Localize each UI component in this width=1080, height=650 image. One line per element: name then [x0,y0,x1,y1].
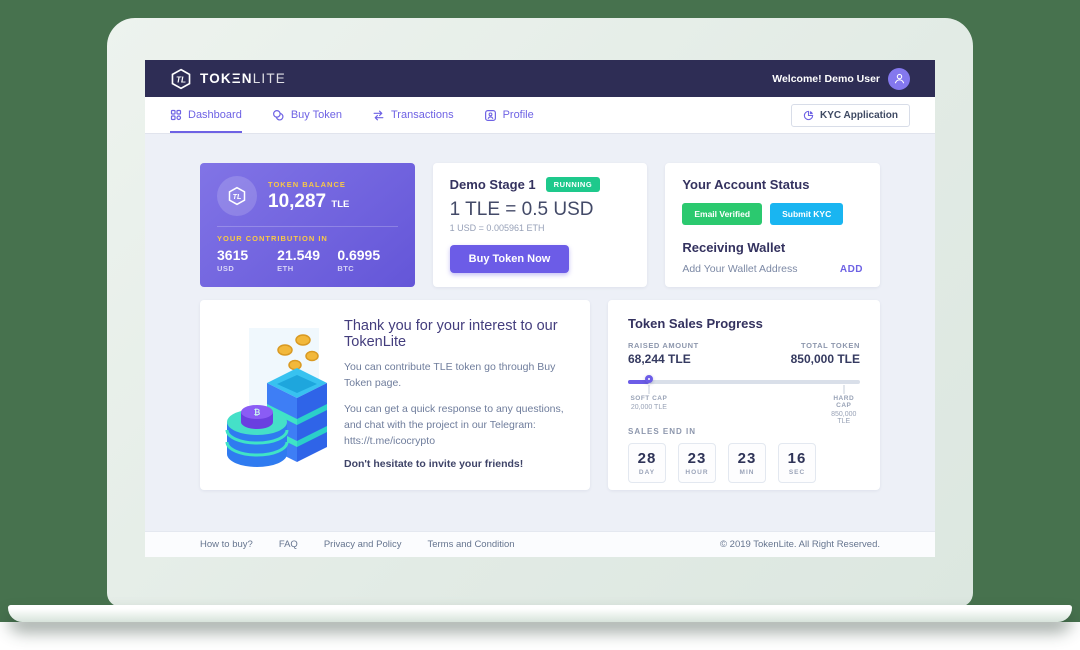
summary-cards-row: TL TOKEN BALANCE 10,287 TLE YOUR CONTRIB… [200,163,880,287]
soft-cap-tick [648,385,649,394]
contribution-label: YOUR CONTRIBUTION IN [217,234,398,243]
receiving-wallet-title: Receiving Wallet [682,240,863,255]
total-token-stat: TOTAL TOKEN 850,000 TLE [791,341,860,366]
soft-cap-label: SOFT CAP 20,000 TLE [630,395,667,411]
footer: How to buy? FAQ Privacy and Policy Terms… [145,531,935,557]
main-navbar: Dashboard Buy Token Transactions [145,97,935,133]
account-status-title: Your Account Status [682,177,863,192]
user-menu[interactable]: Welcome! Demo User [772,68,910,90]
email-verified-badge[interactable]: Email Verified [682,203,762,225]
coins-icon [272,109,285,122]
stage-card: Demo Stage 1 RUNNING 1 TLE = 0.5 USD 1 U… [433,163,648,287]
countdown: 28 DAY 23 HOUR 23 MIN 16 SEC [628,443,860,483]
swap-arrows-icon [372,109,385,122]
dashboard-content: TL TOKEN BALANCE 10,287 TLE YOUR CONTRIB… [145,133,935,490]
pie-chart-icon [803,110,814,121]
welcome-text: Welcome! Demo User [772,73,880,85]
slider-handle[interactable] [645,375,653,383]
token-rate: 1 TLE = 0.5 USD [450,199,631,221]
footer-link-terms[interactable]: Terms and Condition [427,539,514,550]
svg-text:TL: TL [176,75,186,84]
thank-you-paragraph-1: You can contribute TLE token go through … [344,359,566,392]
dashboard-screen: TL TOKΞNLITE Welcome! Demo User [145,60,935,557]
hard-cap-label: HARD CAP 850,000 TLE [831,395,856,425]
token-balance-card: TL TOKEN BALANCE 10,287 TLE YOUR CONTRIB… [200,163,415,287]
kyc-button-label: KYC Application [820,110,898,121]
account-status-card: Your Account Status Email Verified Submi… [665,163,880,287]
tokenlite-hexagon-icon: TL [170,68,192,90]
info-cards-row: ₿ Thank you for your interest to our Tok… [200,300,880,490]
countdown-minutes: 23 MIN [728,443,766,483]
buy-token-now-button[interactable]: Buy Token Now [450,245,570,273]
nav-item-profile[interactable]: Profile [484,97,534,133]
laptop-base [8,605,1072,622]
copyright: © 2019 TokenLite. All Right Reserved. [720,539,880,550]
brand-name: TOKΞNLITE [200,71,286,86]
divider [217,226,398,227]
footer-link-how-to-buy[interactable]: How to buy? [200,539,253,550]
user-icon [893,72,906,85]
grid-icon [170,109,182,121]
avatar[interactable] [888,68,910,90]
nav-label: Transactions [391,109,454,121]
footer-links: How to buy? FAQ Privacy and Policy Terms… [200,539,515,550]
contribution-eth: 21.549 ETH [277,247,337,273]
token-hexagon-icon: TL [217,176,257,216]
footer-link-faq[interactable]: FAQ [279,539,298,550]
contribution-row: 3615 USD 21.549 ETH 0.6995 BTC [217,247,398,273]
svg-text:₿: ₿ [254,408,261,417]
kyc-application-button[interactable]: KYC Application [791,104,910,127]
hard-cap-tick [843,385,844,394]
slider-track [628,380,860,384]
coins-illustration: ₿ [216,318,334,476]
cap-labels: SOFT CAP 20,000 TLE HARD CAP 850,000 TLE [628,395,860,417]
sales-progress-title: Token Sales Progress [628,316,860,331]
countdown-hours: 23 HOUR [678,443,716,483]
contribution-btc: 0.6995 BTC [337,247,397,273]
user-card-icon [484,109,497,122]
nav-label: Dashboard [188,109,242,121]
submit-kyc-badge[interactable]: Submit KYC [770,203,843,225]
top-header-bar: TL TOKΞNLITE Welcome! Demo User [145,60,935,97]
nav-label: Profile [503,109,534,121]
invite-friends-note: Don't hesitate to invite your friends! [344,458,566,470]
stage-title: Demo Stage 1 [450,177,536,192]
add-wallet-link[interactable]: ADD [840,264,863,275]
thank-you-paragraph-2: You can get a quick response to any ques… [344,401,566,450]
sales-progress-slider [628,375,860,389]
wallet-address-hint: Add Your Wallet Address [682,263,797,275]
page-background-bottom [0,622,1080,650]
token-balance-amount: 10,287 TLE [268,191,349,213]
running-status-badge: RUNNING [546,177,601,192]
countdown-days: 28 DAY [628,443,666,483]
nav-items: Dashboard Buy Token Transactions [170,97,534,133]
brand-logo[interactable]: TL TOKΞNLITE [170,68,286,90]
nav-item-dashboard[interactable]: Dashboard [170,97,242,133]
token-sales-progress-card: Token Sales Progress RAISED AMOUNT 68,24… [608,300,880,490]
footer-link-privacy[interactable]: Privacy and Policy [324,539,402,550]
token-unit: TLE [331,199,349,210]
sales-end-label: SALES END IN [628,427,860,436]
thank-you-title: Thank you for your interest to our Token… [344,318,566,350]
nav-item-transactions[interactable]: Transactions [372,97,454,133]
countdown-seconds: 16 SEC [778,443,816,483]
nav-label: Buy Token [291,109,342,121]
nav-item-buy-token[interactable]: Buy Token [272,97,342,133]
svg-text:TL: TL [233,193,242,201]
thank-you-card: ₿ Thank you for your interest to our Tok… [200,300,590,490]
raised-amount-stat: RAISED AMOUNT 68,244 TLE [628,341,699,366]
contribution-usd: 3615 USD [217,247,277,273]
token-sub-rate: 1 USD = 0.005961 ETH [450,223,631,233]
token-balance-label: TOKEN BALANCE [268,180,349,189]
